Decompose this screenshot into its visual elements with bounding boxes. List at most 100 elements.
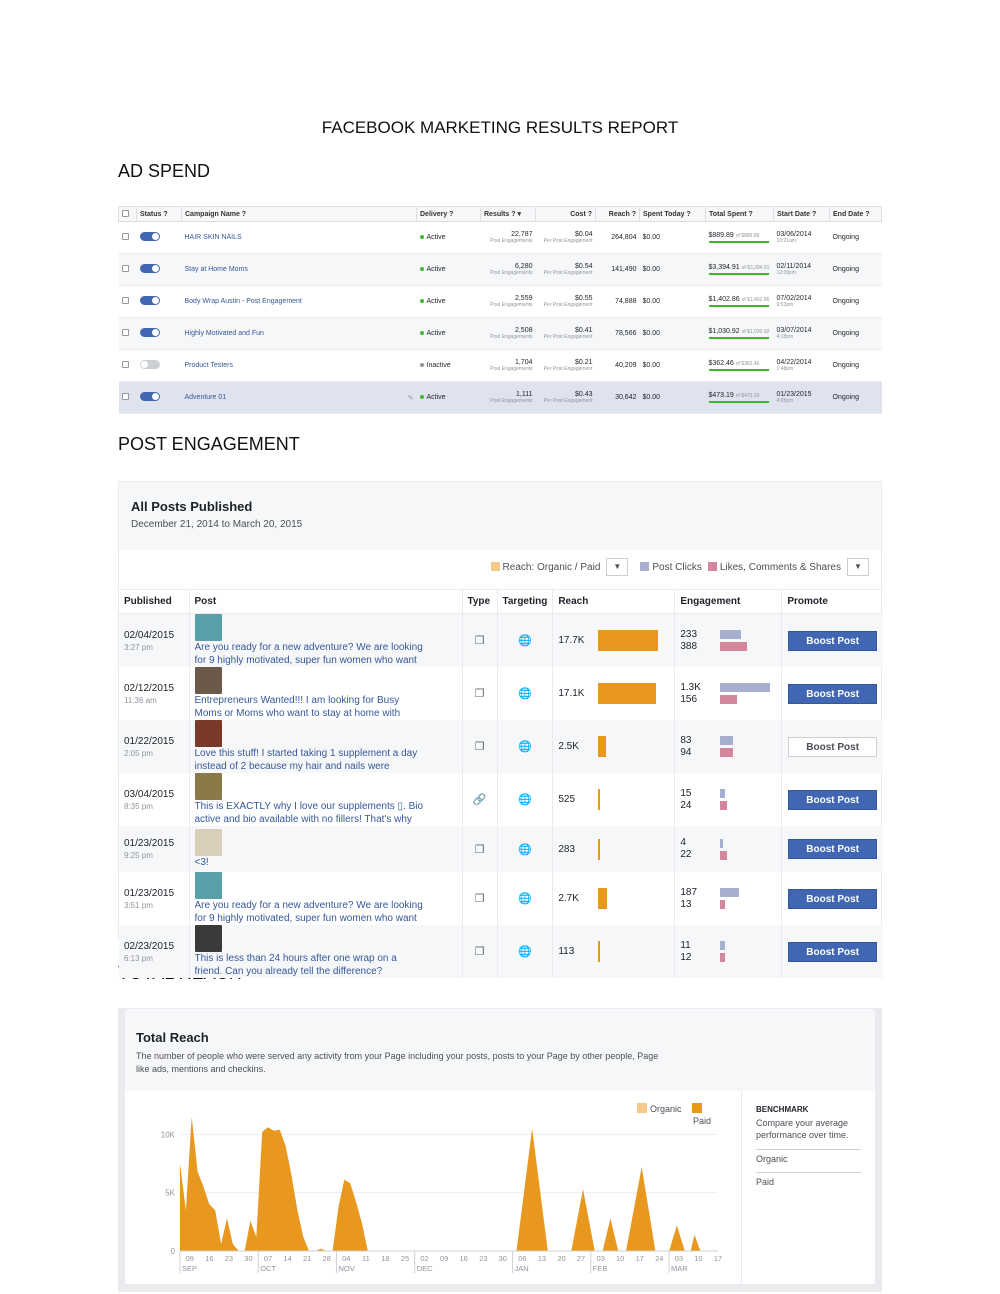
post-link[interactable]: Love this stuff! I started taking 1 supp… <box>195 747 425 773</box>
post-link[interactable]: Are you ready for a new adventure? We ar… <box>195 899 425 925</box>
col-promote[interactable]: Promote <box>781 589 883 614</box>
status-toggle[interactable] <box>136 285 182 318</box>
post-thumbnail[interactable] <box>194 773 222 800</box>
post-cell[interactable]: Entrepreneurs Wanted!!! I am looking for… <box>189 667 463 720</box>
col-status[interactable]: Status ? <box>136 206 182 222</box>
col-end-date[interactable]: End Date ? <box>829 206 882 222</box>
campaign-name-link[interactable]: HAIR SKIN NAILS <box>181 221 417 254</box>
col-published[interactable]: Published <box>119 589 190 614</box>
campaign-name-link[interactable]: Adventure 01 ✎ <box>181 381 417 414</box>
post-thumbnail[interactable] <box>194 829 222 856</box>
total-spent-cell: $3,394.91 of $3,394.91 <box>705 253 774 286</box>
end-date-cell: Ongoing <box>829 285 882 318</box>
col-campaign-name[interactable]: Campaign Name ? <box>181 206 417 222</box>
reach-cell: 78,566 <box>595 317 640 350</box>
boost-post-button[interactable]: Boost Post <box>788 789 878 810</box>
row-checkbox[interactable] <box>118 381 137 414</box>
col-type[interactable]: Type <box>462 589 498 614</box>
reach-cell: 74,888 <box>595 285 640 318</box>
boost-post-button[interactable]: Boost Post <box>788 736 878 757</box>
col-delivery[interactable]: Delivery ? <box>416 206 481 222</box>
globe-icon: 🌐 <box>497 773 554 826</box>
boost-post-button[interactable]: Boost Post <box>788 683 878 704</box>
campaign-name-link[interactable]: Product Testers <box>181 349 417 382</box>
post-cell[interactable]: <3! <box>189 826 463 872</box>
post-cell[interactable]: Are you ready for a new adventure? We ar… <box>189 613 463 667</box>
post-row[interactable]: 01/22/2015 2:05 pm Love this stuff! I star… <box>119 720 883 773</box>
col-post[interactable]: Post <box>189 589 463 614</box>
reach-bar <box>598 838 601 860</box>
campaign-row[interactable]: Product Testers Inactive 1,704 Post Engagem… <box>118 349 882 382</box>
post-link[interactable]: <3! <box>195 856 425 869</box>
campaign-row[interactable]: Body Wrap Austin - Post Engagement Active… <box>118 285 882 318</box>
campaign-row[interactable]: Adventure 01 ✎ Active 1,111 Post Engagements… <box>118 381 882 414</box>
reach-dropdown-button[interactable]: ▼ <box>606 558 629 576</box>
campaign-name-link[interactable]: Stay at Home Moms <box>181 253 417 286</box>
ad-spend-table: Status ? Campaign Name ? Delivery ? Resu… <box>118 206 882 414</box>
benchmark-paid[interactable]: Paid <box>756 1172 861 1187</box>
status-toggle[interactable] <box>136 221 182 254</box>
campaign-row[interactable]: Stay at Home Moms Active 6,280 Post Engagem… <box>118 253 882 286</box>
ad-table-header: Status ? Campaign Name ? Delivery ? Resu… <box>118 206 882 222</box>
campaign-row[interactable]: Highly Motivated and Fun Active 2,508 Post … <box>118 317 882 350</box>
boost-post-button[interactable]: Boost Post <box>788 888 878 909</box>
post-row[interactable]: 02/23/2015 6:13 pm This is less than 24 ho… <box>119 925 883 978</box>
status-toggle[interactable] <box>136 381 182 414</box>
campaign-name-link[interactable]: Highly Motivated and Fun <box>181 317 417 350</box>
col-cost[interactable]: Cost ? <box>535 206 596 222</box>
cost-cell: $0.04 Per Post Engagement <box>535 221 596 254</box>
post-type-icon: ❐ <box>462 720 498 773</box>
post-link[interactable]: This is EXACTLY why I love our supplemen… <box>195 800 425 826</box>
campaign-name-link[interactable]: Body Wrap Austin - Post Engagement <box>181 285 417 318</box>
post-row[interactable]: 01/23/2015 9:25 pm <3! ❐ 🌐 283 4 22 Boost Post <box>119 826 883 872</box>
col-reach[interactable]: Reach ? <box>595 206 640 222</box>
post-link[interactable]: Are you ready for a new adventure? We ar… <box>195 641 425 667</box>
post-cell[interactable]: This is EXACTLY why I love our supplemen… <box>189 773 463 826</box>
post-link[interactable]: This is less than 24 hours after one wra… <box>195 952 425 978</box>
select-all-checkbox[interactable] <box>118 206 137 222</box>
post-row[interactable]: 02/12/2015 11:36 am Entrepreneurs Wanted!!… <box>119 667 883 720</box>
post-thumbnail[interactable] <box>194 925 222 952</box>
post-cell[interactable]: Are you ready for a new adventure? We ar… <box>189 872 463 925</box>
edit-pencil-icon[interactable]: ✎ <box>408 394 414 402</box>
post-row[interactable]: 01/23/2015 3:51 pm Are you ready for a new… <box>119 872 883 925</box>
col-engagement[interactable]: Engagement <box>674 589 783 614</box>
campaign-row[interactable]: HAIR SKIN NAILS Active 22,787 Post Engageme… <box>118 221 882 254</box>
post-link[interactable]: Entrepreneurs Wanted!!! I am looking for… <box>195 694 425 720</box>
engagement-dropdown-button[interactable]: ▼ <box>847 558 869 576</box>
benchmark-organic[interactable]: Organic <box>756 1149 861 1164</box>
row-checkbox[interactable] <box>118 221 137 254</box>
status-toggle[interactable] <box>136 317 182 350</box>
post-cell[interactable]: This is less than 24 hours after one wra… <box>189 925 463 978</box>
status-toggle[interactable] <box>136 253 182 286</box>
spent-today-cell: $0.00 <box>639 253 706 286</box>
post-thumbnail[interactable] <box>194 872 222 899</box>
col-total-spent[interactable]: Total Spent ? <box>705 206 774 222</box>
post-thumbnail[interactable] <box>194 614 222 641</box>
post-thumbnail[interactable] <box>194 720 222 747</box>
posts-date-range: December 21, 2014 to March 20, 2015 <box>131 519 303 530</box>
boost-post-button[interactable]: Boost Post <box>788 839 878 859</box>
status-toggle[interactable] <box>136 349 182 382</box>
total-spent-cell: $473.19 of $473.19 <box>705 381 774 414</box>
col-start-date[interactable]: Start Date ? <box>773 206 830 222</box>
boost-post-button[interactable]: Boost Post <box>788 941 878 962</box>
col-results[interactable]: Results ? ▾ <box>480 206 536 222</box>
col-reach[interactable]: Reach <box>552 589 676 614</box>
spent-progress-bar <box>708 369 769 371</box>
row-checkbox[interactable] <box>118 349 137 382</box>
post-type-icon: ❐ <box>462 925 498 978</box>
post-row[interactable]: 03/04/2015 8:35 pm This is EXACTLY why I l… <box>119 773 883 826</box>
benchmark-desc: Compare your average performance over ti… <box>756 1118 849 1140</box>
post-cell[interactable]: Love this stuff! I started taking 1 supp… <box>189 720 463 773</box>
col-spent-today[interactable]: Spent Today ? <box>639 206 706 222</box>
row-checkbox[interactable] <box>118 317 137 350</box>
post-thumbnail[interactable] <box>194 667 222 694</box>
end-date-cell: Ongoing <box>829 349 882 382</box>
col-targeting[interactable]: Targeting <box>497 589 554 614</box>
row-checkbox[interactable] <box>118 285 137 318</box>
boost-post-button[interactable]: Boost Post <box>788 630 878 651</box>
row-checkbox[interactable] <box>118 253 137 286</box>
reach-swatch-icon <box>490 562 500 572</box>
post-row[interactable]: 02/04/2015 3:27 pm Are you ready for a new… <box>119 613 883 667</box>
